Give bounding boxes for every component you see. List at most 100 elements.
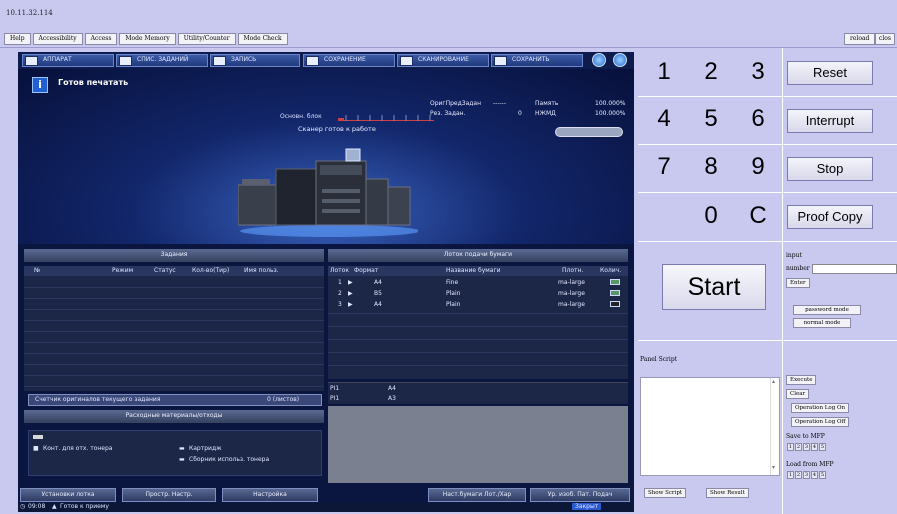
stop-button[interactable]: Stop [787, 157, 873, 181]
jobs-header: Задания [24, 249, 324, 262]
lock-status[interactable]: Закрыт [572, 503, 602, 510]
col-paper-name: Название бумаги [446, 267, 501, 274]
tab-scan[interactable]: СКАНИРОВАНИЕ [397, 54, 489, 67]
tab-save[interactable]: СОХРАНИТЬ [491, 54, 583, 67]
panel-script-title: Panel Script [640, 356, 678, 363]
scroll-down-icon[interactable]: ▾ [772, 464, 775, 471]
password-mode-button[interactable]: password mode [793, 305, 861, 315]
operation-log-off-button[interactable]: Operation Log Off [791, 417, 850, 427]
consumable-cartridge: Картридж [189, 445, 222, 452]
reset-button[interactable]: Reset [787, 61, 873, 85]
receive-status: Готов к приему [60, 503, 109, 510]
key-5[interactable]: 5 [688, 104, 734, 134]
tray-settings-button[interactable]: Установки лотка [20, 488, 116, 502]
tab-job-list[interactable]: СПИС. ЗАДАНИЙ [116, 54, 208, 67]
close-button[interactable]: clos [875, 33, 895, 45]
mfp-bottom-buttons: Установки лотка Простр. Настр. Настройка… [18, 488, 634, 502]
paper-setting-button[interactable]: Наст.бумаги Лот./Хар [428, 488, 526, 502]
divider [638, 96, 897, 97]
key-clear[interactable]: C [735, 201, 781, 231]
tray-weight: ma-large [558, 279, 585, 286]
execute-button[interactable]: Execute [786, 375, 817, 385]
tab-record[interactable]: ЗАПИСЬ [210, 54, 300, 67]
mode-check-button[interactable]: Mode Check [237, 33, 288, 45]
load-slot[interactable]: 1 [787, 471, 794, 479]
copy-icon [213, 56, 226, 66]
load-slot[interactable]: 5 [819, 471, 826, 479]
start-button[interactable]: Start [662, 264, 766, 310]
image-level-button[interactable]: Ур. изоб. Пат. Подач [530, 488, 630, 502]
divider [0, 47, 897, 48]
normal-mode-button[interactable]: normal mode [793, 318, 851, 328]
divider [782, 48, 783, 514]
adjustment-button[interactable]: Настройка [222, 488, 318, 502]
jobs-list[interactable] [24, 276, 324, 391]
reload-button[interactable]: reload [844, 33, 876, 45]
stat-label: НЖМД [535, 110, 556, 117]
accessibility-button[interactable]: Accessibility [32, 33, 83, 45]
save-slot[interactable]: 1 [787, 443, 794, 451]
show-script-button[interactable]: Show Script [644, 488, 687, 498]
tab-storage[interactable]: СОХРАНЕНИЕ [303, 54, 395, 67]
save-slot[interactable]: 3 [803, 443, 810, 451]
key-8[interactable]: 8 [688, 152, 734, 182]
stat-label: Рез. Задан. [430, 110, 466, 117]
clear-button[interactable]: Clear [786, 389, 810, 399]
status-detail-button[interactable] [555, 127, 623, 137]
key-0[interactable]: 0 [688, 201, 734, 231]
key-6[interactable]: 6 [735, 104, 781, 134]
mfp-status-bar: ◷ 09:08 ▲ Готов к приему Закрыт [18, 503, 634, 512]
info-icon: i [32, 77, 48, 93]
help-icon[interactable] [613, 53, 627, 67]
tray-row[interactable]: 2 ▶ B5 Plain ma-large [328, 289, 628, 299]
basic-unit-label: Основн. блок [280, 113, 322, 120]
key-9[interactable]: 9 [735, 152, 781, 182]
consumables-header: Расходные материалы/отходы [24, 410, 324, 423]
load-slot[interactable]: 3 [803, 471, 810, 479]
stat-value: 100.000% [595, 110, 626, 117]
tab-label: СОХРАНИТЬ [512, 56, 550, 63]
save-slot[interactable]: 5 [819, 443, 826, 451]
save-slot[interactable]: 4 [811, 443, 818, 451]
key-3[interactable]: 3 [735, 57, 781, 87]
key-1[interactable]: 1 [641, 57, 687, 87]
usage-meter [338, 111, 434, 121]
save-slot[interactable]: 2 [795, 443, 802, 451]
network-icon[interactable] [592, 53, 606, 67]
access-button[interactable]: Access [84, 33, 118, 45]
box-icon [306, 56, 319, 66]
original-counter-label: Счетчик оригиналов текущего задания [35, 396, 161, 403]
tray-row[interactable]: 3 ▶ A4 Plain ma-large [328, 300, 628, 310]
waste-toner-box-icon: ■ [33, 445, 39, 452]
proof-copy-button[interactable]: Proof Copy [787, 205, 873, 229]
key-4[interactable]: 4 [641, 104, 687, 134]
col-weight: Плотн. [562, 267, 584, 274]
scroll-up-icon[interactable]: ▴ [772, 378, 775, 385]
load-slot[interactable]: 2 [795, 471, 802, 479]
tab-machine[interactable]: АППАРАТ [22, 54, 114, 67]
enter-button[interactable]: Enter [786, 278, 810, 288]
tray-row[interactable]: 1 ▶ A4 Fine ma-large [328, 278, 628, 288]
script-textarea[interactable] [640, 377, 780, 476]
key-2[interactable]: 2 [688, 57, 734, 87]
load-slot[interactable]: 4 [811, 471, 818, 479]
help-button[interactable]: Help [4, 33, 31, 45]
operation-log-on-button[interactable]: Operation Log On [791, 403, 850, 413]
number-input[interactable] [812, 264, 897, 274]
utility-counter-button[interactable]: Utility/Counter [177, 33, 236, 45]
key-7[interactable]: 7 [641, 152, 687, 182]
used-toner-icon: ▬ [179, 456, 185, 463]
space-settings-button[interactable]: Простр. Настр. [122, 488, 216, 502]
menu-bar: Help Accessibility Access Mode Memory Ut… [4, 33, 288, 45]
show-result-button[interactable]: Show Result [706, 488, 749, 498]
interrupt-button[interactable]: Interrupt [787, 109, 873, 133]
tab-label: СПИС. ЗАДАНИЙ [137, 56, 189, 63]
clock-icon: ◷ [20, 503, 26, 510]
tray-size: A4 [374, 301, 382, 308]
pi-row[interactable]: PI1 A3 [328, 394, 628, 404]
mode-memory-button[interactable]: Mode Memory [119, 33, 176, 45]
paper-level-icon [610, 279, 620, 285]
pi-row[interactable]: PI1 A4 [328, 384, 628, 394]
script-scrollbar[interactable]: ▴ ▾ [770, 378, 779, 475]
tray-flag-icon: ▶ [348, 279, 353, 286]
